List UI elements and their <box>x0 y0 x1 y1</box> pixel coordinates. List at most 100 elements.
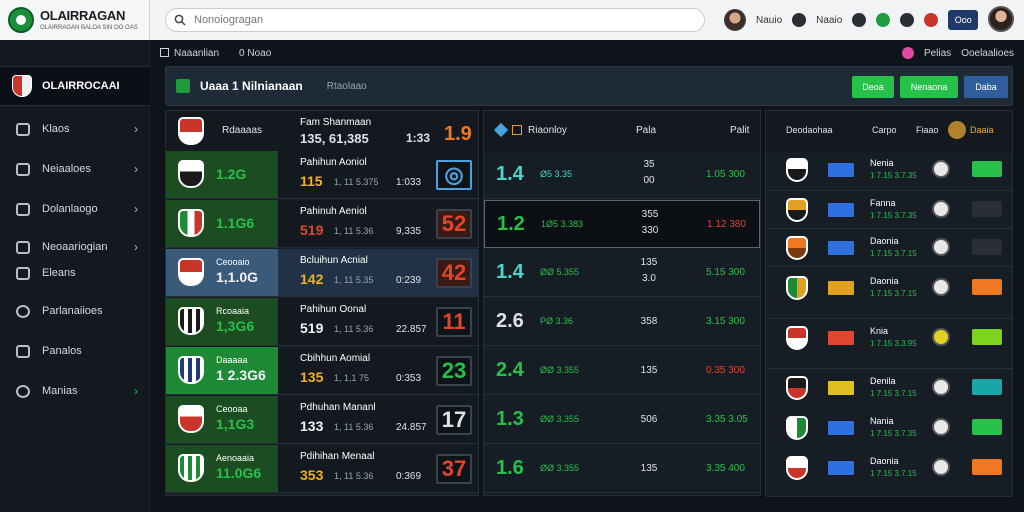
bet-button[interactable] <box>972 419 1002 435</box>
odds-row[interactable]: 1.4 Ø5 3.35 35 00 1.05 300 <box>484 151 760 199</box>
odds-row[interactable]: 2.4 ØØ 3.355 135 0.35 300 <box>484 347 760 395</box>
search-bar[interactable] <box>165 8 705 32</box>
sidebar-item-3[interactable]: Dolanlaogo › <box>0 194 150 224</box>
odds-stat: 355 <box>641 209 659 220</box>
team-row[interactable]: Daonia 1 7.15 3.7.15 <box>766 269 1012 319</box>
settings-icon[interactable] <box>852 13 867 27</box>
odds-row[interactable]: 2.6 PØ 3.36 358 3.15 300 <box>484 298 760 346</box>
sidebar-item-label: Panalos <box>42 345 82 357</box>
chevron-right-icon: › <box>134 162 138 176</box>
flag-icon <box>828 381 854 395</box>
match-row[interactable]: Rcoaaia 1,3G6 Pahihun Oonal 519 1, 11 5.36 22… <box>166 298 478 346</box>
club-crest-icon <box>786 416 808 440</box>
sidebar-item-2[interactable]: Neiaaloes › <box>0 154 150 184</box>
match-name: Cbihhun Aomial <box>300 353 371 364</box>
club-shield-icon <box>12 75 32 97</box>
match-time: 0:353 <box>396 373 422 384</box>
breadcrumb-item[interactable]: Naaanlian <box>160 48 219 59</box>
search-input[interactable] <box>194 14 594 26</box>
subbar-link[interactable]: Pelias <box>924 48 951 59</box>
match-result-box[interactable]: ◎ <box>436 160 472 190</box>
match-result-box[interactable]: 42 <box>436 258 472 288</box>
odds-row[interactable]: 1.2 1Ø5 3.383 355 330 1.12 380 <box>484 200 760 248</box>
match-time: 0:239 <box>396 275 422 286</box>
globe-icon[interactable] <box>876 13 891 27</box>
team-row[interactable]: Daonia 1 7.15 3.7.15 <box>766 449 1012 497</box>
match-row[interactable]: 1.1G6 Pahinuh Aeniol 519 1, 11 5.36 9,335 52 <box>166 200 478 248</box>
bet-button[interactable] <box>972 379 1002 395</box>
brand-subtitle: OLAIRRAGAN BALOA SIN OO OAS <box>40 25 138 31</box>
notification-dot-icon[interactable] <box>901 47 914 59</box>
subbar-link[interactable]: Ooelaalioes <box>961 48 1014 59</box>
odds-stat: 00 <box>643 175 655 186</box>
top-link[interactable]: Naaio <box>816 15 842 26</box>
trophy-icon <box>948 121 966 139</box>
club-crest-icon <box>786 326 808 350</box>
sidebar-item-label: Neiaaloes <box>42 163 91 175</box>
bet-button[interactable] <box>972 161 1002 177</box>
team-row[interactable]: Fanna 1 7.15 3.7.35 <box>766 191 1012 229</box>
match-row[interactable]: Ceooaio 1,1.0G Bcluihun Acnial 142 1, 11 5.3… <box>166 249 478 297</box>
match-detail: 1, 11 5.36 <box>334 226 374 236</box>
match-row[interactable]: Aenoaaia 11.0G6 Pdihihan Menaal 353 1, 11 5.… <box>166 445 478 493</box>
team-stat: 1 7.15 3.7.35 <box>870 429 917 438</box>
match-result-box[interactable]: 52 <box>436 209 472 239</box>
match-result-box[interactable]: 11 <box>436 307 472 337</box>
panel-subtitle: Rtaolaao <box>326 80 367 92</box>
panel-button-3[interactable]: Daba <box>964 76 1008 98</box>
match-result-box[interactable]: 17 <box>436 405 472 435</box>
bet-button[interactable] <box>972 239 1002 255</box>
profile-avatar[interactable] <box>988 6 1014 32</box>
match-row[interactable]: Daaaaa 1 2.3G6 Cbihhun Aomial 135 1, 1,1 75 0… <box>166 347 478 395</box>
odds-row[interactable]: 1.3 ØØ 3.355 506 3.35 3.05 <box>484 396 760 444</box>
match-name: Pahihun Aoniol <box>300 157 367 168</box>
sidebar-item-6[interactable]: Parlanaiioes <box>0 296 150 326</box>
flag-icon <box>828 331 854 345</box>
match-odds: 1,1.0G <box>216 269 259 285</box>
team-label: Ceooaio <box>216 257 250 267</box>
sidebar-item-8[interactable]: Manias › <box>0 376 150 406</box>
team-row[interactable]: Daonia 1 7.15 3.7.15 <box>766 229 1012 267</box>
bet-button[interactable] <box>972 329 1002 345</box>
brand[interactable]: OLAIRRAGAN OLAIRRAGAN BALOA SIN OO OAS <box>0 0 150 40</box>
monitor-icon <box>16 162 30 176</box>
sidebar-header[interactable]: OLAIRROCAAI <box>0 66 150 106</box>
panel-button-1[interactable]: Deoa <box>852 76 894 98</box>
team-name: Fanna <box>870 198 896 208</box>
sidebar-item-5[interactable]: Eleans <box>0 258 150 288</box>
brand-title: OLAIRRAGAN <box>40 8 126 23</box>
match-row[interactable]: 1.2G Pahihun Aoniol 115 1, 11 5.375 1:033 ◎ <box>166 151 478 199</box>
odds-row[interactable]: 1.4 ØØ 5.355 135 3.0 5.15 300 <box>484 249 760 297</box>
bet-button[interactable] <box>972 279 1002 295</box>
club-crest-icon <box>786 158 808 182</box>
team-row[interactable]: Knia 1 7.15 3.3.95 <box>766 319 1012 369</box>
flag-icon <box>828 163 854 177</box>
team-badge-icon <box>178 117 204 145</box>
user-label[interactable]: Nauio <box>756 15 782 26</box>
panel-button-2[interactable]: Nenaona <box>900 76 958 98</box>
match-result-box[interactable]: 23 <box>436 356 472 386</box>
gift-icon[interactable] <box>792 13 807 27</box>
notification-icon[interactable] <box>900 13 915 27</box>
sidebar-item-7[interactable]: Panalos <box>0 336 150 366</box>
odds-detail: ØØ 3.355 <box>540 365 580 375</box>
top-action-button[interactable]: Ooo <box>948 10 979 30</box>
ball-icon <box>932 278 950 296</box>
breadcrumb-item[interactable]: 0 Noao <box>239 48 271 59</box>
match-time: 9,335 <box>396 226 422 237</box>
sidebar-item-label: Klaos <box>42 123 70 135</box>
odds-row[interactable]: 1.6 ØØ 3.355 135 3.35 400 <box>484 445 760 493</box>
match-detail: 1, 11 5.35 <box>334 275 374 285</box>
team-row[interactable]: Nenia 1 7.15 3.7.35 <box>766 151 1012 191</box>
match-row[interactable]: Ceooaa 1,1G3 Pdhuhan Mananl 133 1, 11 5.36 24… <box>166 396 478 444</box>
match-result-box[interactable]: 37 <box>436 454 472 484</box>
bet-button[interactable] <box>972 201 1002 217</box>
match-score: 133 <box>300 418 324 434</box>
user-avatar[interactable] <box>724 9 746 31</box>
team-label: Ceooaa <box>216 404 248 414</box>
sidebar-item-1[interactable]: Klaos › <box>0 114 150 144</box>
odds-payout: 3.15 300 <box>706 316 745 327</box>
odds-payout: 3.35 400 <box>706 463 745 474</box>
bet-button[interactable] <box>972 459 1002 475</box>
alert-icon[interactable] <box>924 13 939 27</box>
